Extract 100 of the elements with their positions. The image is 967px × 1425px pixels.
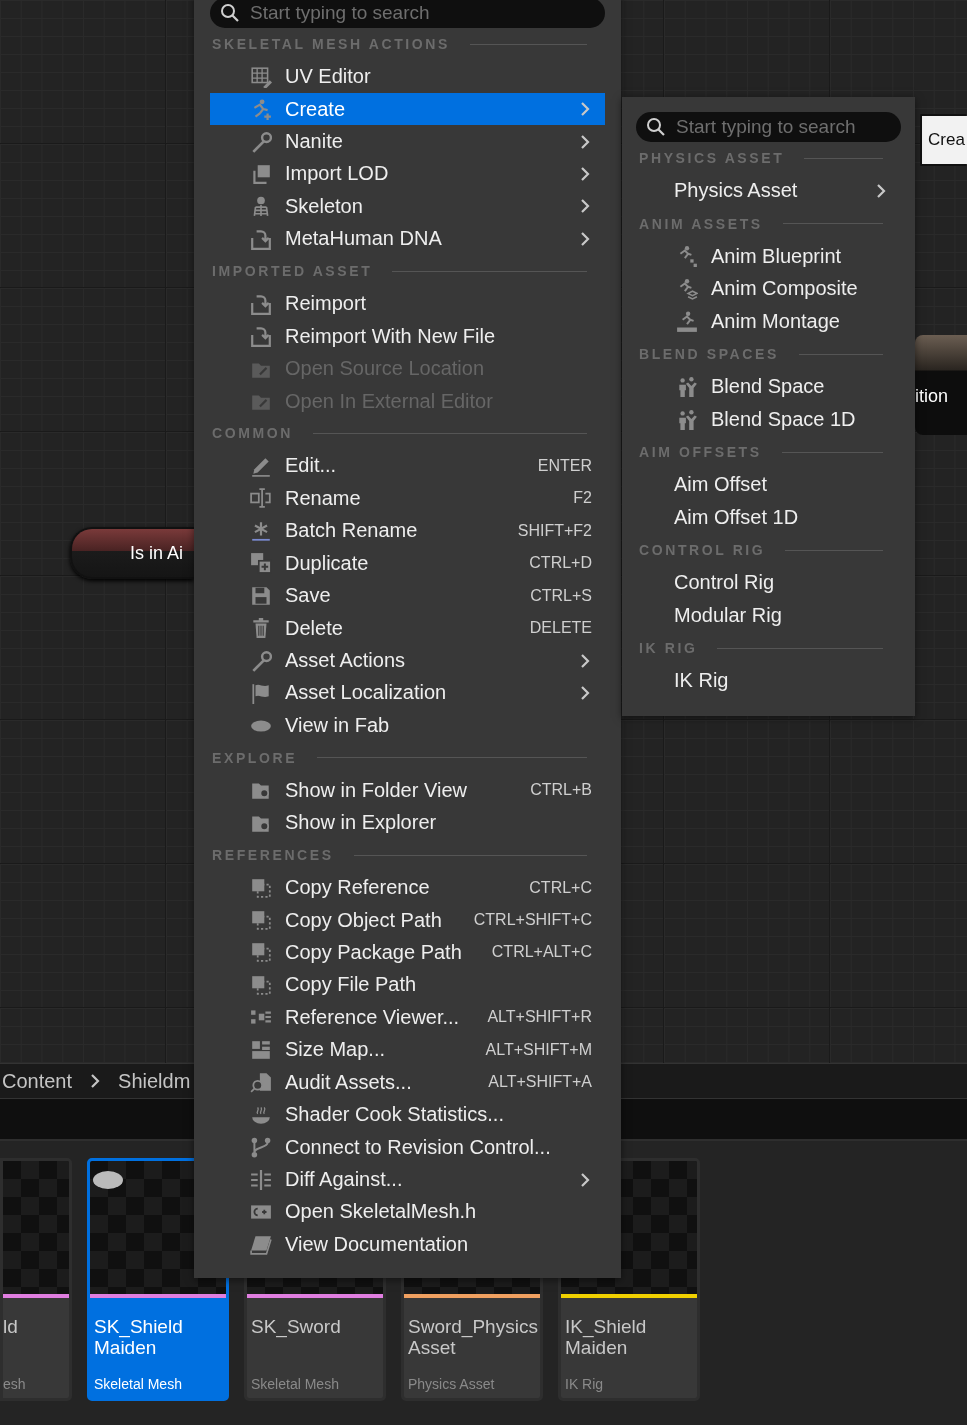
menu-item[interactable]: Anim Montage (636, 305, 901, 338)
diff-icon (250, 1168, 272, 1191)
asset-type: Skeletal Mesh (93, 1376, 183, 1394)
asset-type: Skeletal Mesh (250, 1376, 340, 1394)
menu-item[interactable]: Reference Viewer... ALT+SHIFT+R (210, 1001, 605, 1034)
tray-arrow-icon (250, 227, 272, 250)
menu-item[interactable]: Aim Offset (636, 468, 901, 502)
shortcut-label: ENTER (537, 456, 592, 475)
flag-icon (250, 681, 272, 704)
breadcrumb-item[interactable]: Shieldm (118, 1069, 191, 1093)
menu-item[interactable]: Copy Package Path CTRL+ALT+C (210, 936, 605, 969)
menu-item[interactable]: Create (210, 92, 605, 126)
menu-item[interactable]: Skeleton (210, 190, 605, 223)
copy-icon (250, 973, 272, 996)
menu-item[interactable]: Asset Actions (210, 644, 605, 677)
menu-item[interactable]: UV Editor (210, 60, 605, 93)
asset-name: ld (3, 1315, 19, 1339)
book-icon (250, 1233, 272, 1256)
shortcut-label: CTRL+ALT+C (491, 943, 592, 962)
menu-item[interactable]: IK Rig (636, 664, 901, 698)
graph-node[interactable]: ition (915, 335, 967, 435)
menu-item[interactable]: Reimport With New File (210, 319, 605, 353)
trash-icon (250, 617, 272, 640)
duplicate-icon (250, 552, 272, 575)
tray-arrow-icon (250, 292, 272, 315)
stacked-squares-icon (250, 162, 272, 185)
menu-item[interactable]: Edit... ENTER (210, 449, 605, 483)
graph-node[interactable]: Is in Ai (70, 527, 194, 579)
asset-type: IK Rig (564, 1376, 605, 1394)
asset-name: SK_Shield Maiden (93, 1315, 184, 1360)
tray-arrow-icon (250, 325, 272, 348)
branch-icon (250, 1136, 272, 1159)
menu-item[interactable]: MetaHuman DNA (210, 222, 605, 256)
shortcut-label: CTRL+D (529, 554, 592, 573)
asset-name: IK_Shield Maiden (564, 1315, 648, 1360)
text-cursor-icon (250, 487, 272, 510)
wrench-icon (250, 649, 272, 672)
menu-item[interactable]: View in Fab (210, 709, 605, 742)
chevron-right-icon (580, 133, 590, 150)
menu-item[interactable]: Asset Localization (210, 676, 605, 710)
menu-item[interactable]: Import LOD (210, 157, 605, 191)
node-button[interactable]: Crea (920, 114, 967, 166)
menu-item[interactable]: Duplicate CTRL+D (210, 547, 605, 580)
menu-item[interactable]: Show in Folder View CTRL+B (210, 774, 605, 807)
breadcrumb-item[interactable]: Content (2, 1069, 73, 1093)
menu-item[interactable]: Modular Rig (636, 599, 901, 632)
grid-pencil-icon (250, 65, 272, 88)
menu-item[interactable]: Control Rig (636, 566, 901, 600)
menu-item[interactable]: Copy Object Path CTRL+SHIFT+C (210, 903, 605, 937)
chevron-right-icon (580, 101, 590, 118)
menu-item[interactable]: Physics Asset (636, 174, 901, 208)
figures-icon (676, 408, 698, 431)
menu-item[interactable]: Reimport (210, 287, 605, 320)
shortcut-label: F2 (573, 489, 592, 508)
menu-item[interactable]: Save CTRL+S (210, 579, 605, 612)
search-field[interactable]: Start typing to search (636, 112, 901, 142)
menu-item[interactable]: Copy File Path (210, 968, 605, 1002)
shortcut-label: CTRL+B (530, 781, 592, 800)
asset-name: SK_Sword (250, 1315, 342, 1340)
menu-item[interactable]: Delete DELETE (210, 611, 605, 645)
menu-item[interactable]: Batch Rename SHIFT+F2 (210, 514, 605, 547)
chevron-right-icon (580, 684, 590, 701)
figures-icon (676, 375, 698, 398)
menu-item[interactable]: Blend Space (636, 370, 901, 404)
shortcut-label: ALT+SHIFT+A (488, 1073, 592, 1092)
search-field[interactable]: Start typing to search (210, 0, 605, 28)
copy-icon (250, 876, 272, 899)
menu-item[interactable]: Audit Assets... ALT+SHIFT+A (210, 1066, 605, 1099)
shortcut-label: CTRL+SHIFT+C (473, 911, 592, 930)
copy-icon (250, 909, 272, 932)
asset-name: Sword_Physics Asset (407, 1315, 539, 1360)
menu-item[interactable]: Anim Composite (636, 272, 901, 306)
shortcut-label: ALT+SHIFT+R (487, 1008, 592, 1027)
menu-item[interactable]: Size Map... ALT+SHIFT+M (210, 1033, 605, 1066)
menu-item[interactable]: Blend Space 1D (636, 403, 901, 436)
chevron-right-icon (580, 652, 590, 669)
shortcut-label: SHIFT+F2 (517, 521, 592, 540)
copy-icon (250, 941, 272, 964)
chevron-right-icon (580, 1171, 590, 1188)
badge-icon (92, 1169, 124, 1191)
shortcut-label: CTRL+C (529, 878, 592, 897)
asterisk-icon (250, 519, 272, 542)
chevron-right-icon (580, 230, 590, 247)
menu-item[interactable]: Aim Offset 1D (636, 501, 901, 534)
menu-item[interactable]: Show in Explorer (210, 806, 605, 839)
menu-item[interactable]: Anim Blueprint (636, 239, 901, 273)
asset-type: Physics Asset (407, 1376, 496, 1394)
chevron-right-icon (580, 198, 590, 215)
shortcut-label: CTRL+S (530, 586, 592, 605)
chevron-right-icon (580, 165, 590, 182)
size-map-icon (250, 1038, 272, 1061)
document-search-icon (250, 1071, 272, 1094)
menu-item[interactable]: Nanite (210, 125, 605, 158)
asset-tile[interactable]: ld esh (0, 1158, 72, 1401)
running-figure-step-icon (676, 310, 698, 333)
menu-item[interactable]: Copy Reference CTRL+C (210, 871, 605, 904)
chevron-right-icon (876, 183, 886, 199)
shortcut-label: ALT+SHIFT+M (485, 1040, 592, 1059)
chevron-right-icon (90, 1073, 101, 1089)
menu-item[interactable]: Rename F2 (210, 482, 605, 515)
